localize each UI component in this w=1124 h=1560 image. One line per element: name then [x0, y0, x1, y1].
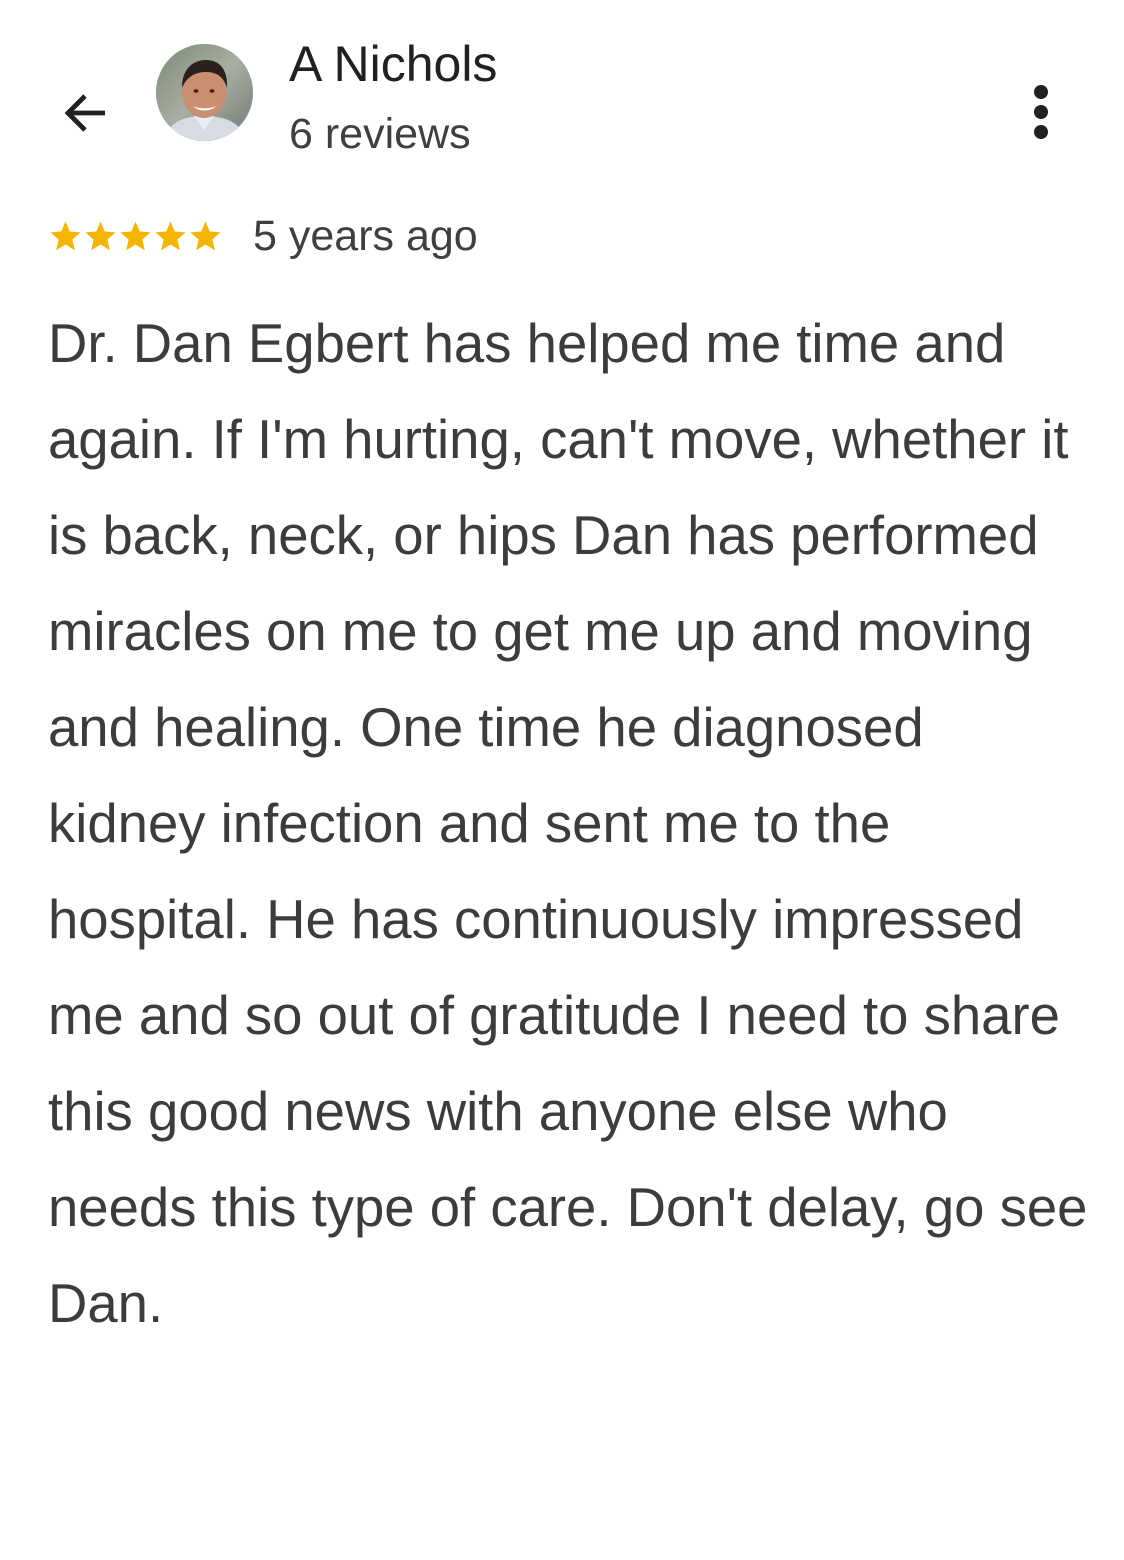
star-icon — [190, 221, 221, 250]
rating-row: 5 years ago — [48, 208, 478, 264]
star-icon — [155, 221, 186, 250]
star-icon — [85, 221, 116, 250]
arrow-left-icon — [64, 94, 105, 132]
review-count[interactable]: 6 reviews — [289, 108, 471, 160]
star-icon — [50, 221, 81, 250]
star-icon — [120, 221, 151, 250]
reviewer-name[interactable]: A Nichols — [289, 34, 497, 94]
review-time: 5 years ago — [253, 212, 478, 260]
review-header: A Nichols 6 reviews — [0, 0, 1124, 180]
avatar[interactable] — [156, 44, 253, 141]
more-vert-icon — [1034, 85, 1048, 139]
more-options-button[interactable] — [1016, 80, 1066, 144]
star-rating — [48, 219, 223, 254]
review-text: Dr. Dan Egbert has helped me time and ag… — [48, 313, 1088, 1334]
back-button[interactable] — [50, 78, 120, 148]
reviewer-photo — [156, 44, 253, 141]
